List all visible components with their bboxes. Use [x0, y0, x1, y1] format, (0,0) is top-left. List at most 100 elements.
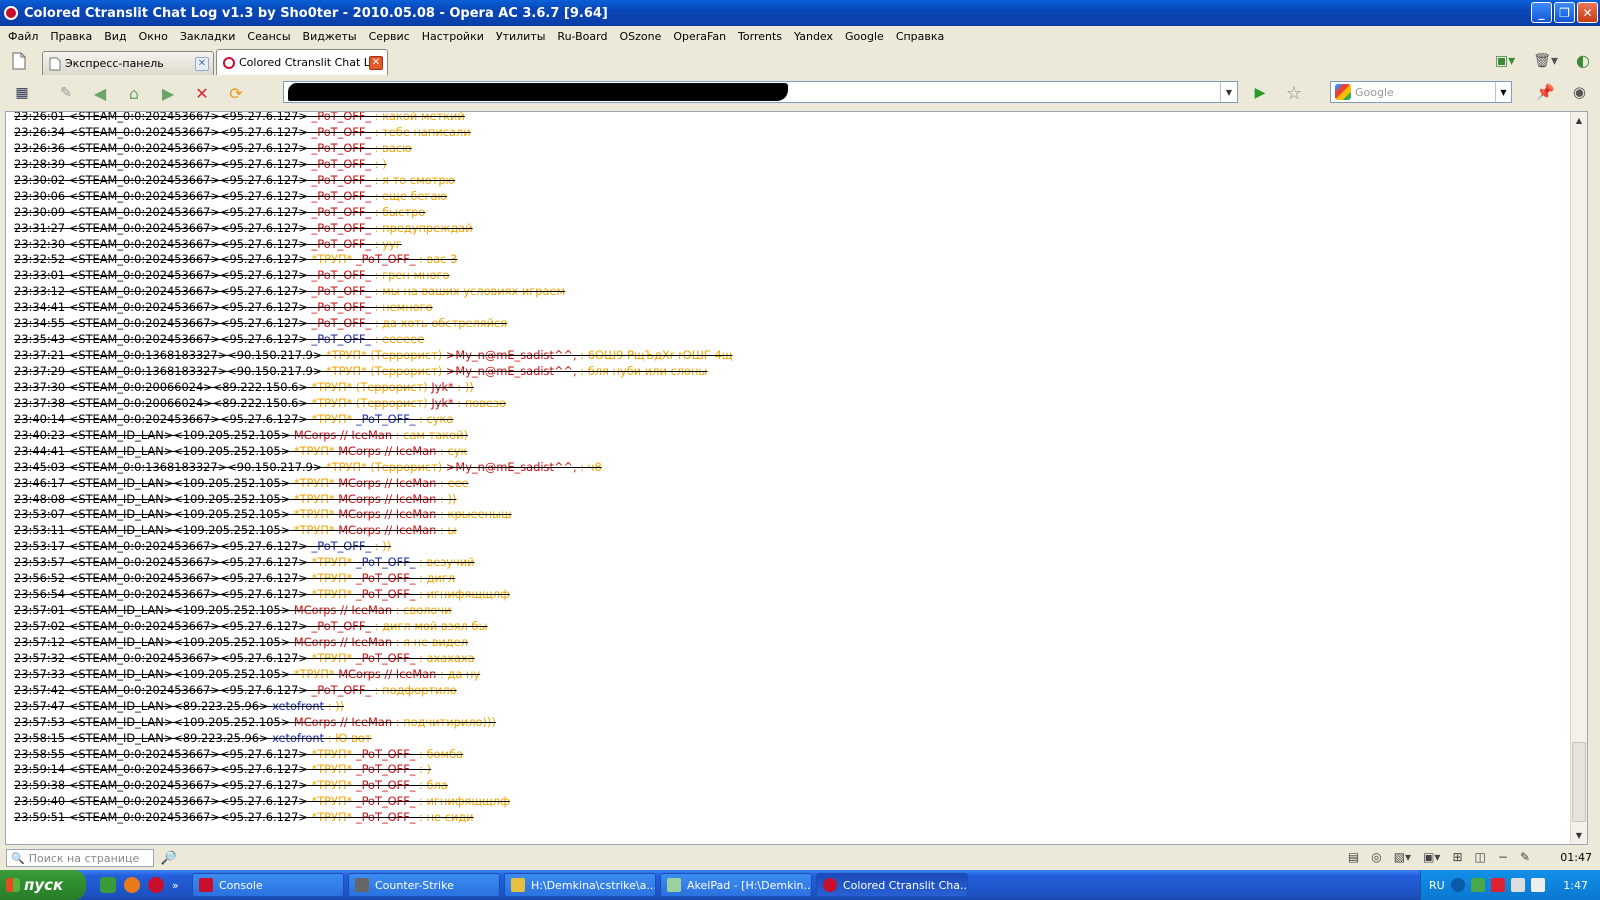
menu-settings[interactable]: Настройки — [416, 30, 490, 43]
images-icon[interactable]: ▧▾ — [1394, 850, 1411, 864]
start-button[interactable]: пуск — [0, 870, 86, 900]
log-team-tag: (Террорист) — [370, 459, 443, 474]
tab-bar: Экспресс-панель ✕ Colored Ctranslit Chat… — [0, 47, 1600, 75]
tab-chat-log[interactable]: Colored Ctranslit Chat Lo... ✕ — [216, 49, 388, 75]
edit-icon[interactable]: ✎ — [54, 81, 78, 105]
home-icon[interactable]: ⌂ — [122, 81, 146, 105]
volume-icon[interactable] — [1530, 878, 1545, 892]
close-tab-icon[interactable]: ✕ — [195, 56, 209, 71]
network-icon[interactable] — [1510, 878, 1525, 892]
more-icon[interactable]: » — [172, 879, 179, 892]
reload-icon[interactable]: ⟳ — [224, 81, 248, 105]
menu-window[interactable]: Окно — [133, 30, 174, 43]
zoom-icon[interactable]: − — [1498, 850, 1508, 864]
go-icon[interactable]: ▶ — [1250, 83, 1270, 103]
task-console[interactable]: Console — [192, 873, 344, 897]
view-icon[interactable]: ⊞ — [1452, 850, 1462, 864]
menu-utilities[interactable]: Утилиты — [490, 30, 552, 43]
menu-operafan[interactable]: OperaFan — [667, 30, 732, 43]
arrow-icon[interactable] — [1450, 878, 1465, 892]
search-field[interactable]: Google ▼ — [1330, 81, 1512, 103]
log-line: 23:57:02 <STEAM_0:0:202453667><95.27.6.1… — [14, 618, 1574, 634]
log-nickname: MCorps // IceMan — [293, 603, 393, 618]
task-counter-strike[interactable]: Counter-Strike — [348, 873, 500, 897]
opera-icon[interactable] — [148, 877, 164, 893]
vertical-scrollbar[interactable]: ▲ ▼ — [1570, 112, 1587, 844]
language-indicator[interactable]: RU — [1429, 879, 1445, 892]
menu-yandex[interactable]: Yandex — [788, 30, 839, 43]
menu-service[interactable]: Сервис — [363, 30, 416, 43]
log-line: 23:58:15 <STEAM_ID_LAN><89.223.25.96> xe… — [14, 730, 1574, 746]
log-team-tag: (Террорист) — [370, 348, 443, 363]
signal-icon[interactable] — [1470, 878, 1485, 892]
log-message: : еее — [440, 475, 469, 490]
address-field[interactable]: ▼ — [283, 81, 1238, 103]
log-line: 23:53:11 <STEAM_ID_LAN><109.205.252.105>… — [14, 522, 1574, 538]
new-tab-button[interactable] — [8, 50, 30, 72]
menu-google[interactable]: Google — [839, 30, 890, 43]
log-nickname: _PoT_OFF_ — [311, 619, 372, 633]
opera-icon — [4, 6, 18, 20]
trash-icon[interactable]: 🗑▾ — [1533, 53, 1558, 69]
panels-icon[interactable]: ▦ — [10, 81, 34, 105]
task-opera[interactable]: Colored Ctranslit Cha... — [816, 873, 968, 897]
log-player-id: <STEAM_ID_LAN><109.205.252.105> — [68, 475, 291, 490]
menu-file[interactable]: Файл — [2, 30, 44, 43]
firefox-icon[interactable] — [124, 877, 140, 893]
log-team-tag: (Террорист) — [355, 379, 428, 394]
log-message: : да ну — [440, 666, 481, 681]
page-icon[interactable]: ▤ — [1348, 850, 1359, 864]
menu-help[interactable]: Справка — [890, 30, 950, 43]
log-message: : ) — [374, 156, 387, 171]
find-in-page-input[interactable]: 🔍 Поиск на странице — [6, 849, 154, 867]
menu-edit[interactable]: Правка — [44, 30, 98, 43]
stop-icon[interactable]: ✕ — [190, 81, 214, 105]
find-button[interactable]: 🔎 — [160, 849, 178, 867]
menu-ruboard[interactable]: Ru-Board — [551, 30, 613, 43]
minimize-button[interactable]: _ — [1531, 2, 1552, 23]
scroll-thumb[interactable] — [1572, 742, 1586, 822]
menu-oszone[interactable]: OSzone — [613, 30, 667, 43]
log-line: 23:57:47 <STEAM_ID_LAN><89.223.25.96> xe… — [14, 698, 1574, 714]
chevron-down-icon[interactable]: ▼ — [1495, 82, 1511, 102]
menu-widgets[interactable]: Виджеты — [297, 30, 363, 43]
search-icon: 🔍 — [11, 851, 25, 865]
menu-view[interactable]: Вид — [98, 30, 132, 43]
log-line: 23:37:38 <STEAM_0:0:20066024><89.222.150… — [14, 395, 1574, 411]
notes-icon[interactable]: ✎ — [1520, 850, 1530, 864]
star-icon[interactable]: ☆ — [1282, 81, 1306, 105]
forward-icon[interactable]: ▶ — [156, 81, 180, 105]
opera-menu-icon[interactable]: ◐ — [1576, 51, 1590, 70]
chevron-down-icon[interactable]: ▼ — [1220, 82, 1237, 102]
tab-speed-dial[interactable]: Экспресс-панель ✕ — [42, 51, 214, 75]
restore-button[interactable]: ❐ — [1554, 2, 1575, 23]
menu-torrents[interactable]: Torrents — [732, 30, 788, 43]
close-button[interactable]: ✕ — [1577, 2, 1598, 23]
log-message: : да хоть обстреляйся — [374, 316, 508, 331]
eye-icon[interactable]: ◉ — [1573, 83, 1586, 101]
menu-bookmarks[interactable]: Закладки — [174, 30, 242, 43]
log-nickname: _PoT_OFF_ — [311, 111, 372, 123]
scroll-down-icon[interactable]: ▼ — [1571, 827, 1587, 844]
taskbar-clock: 1:47 — [1563, 878, 1588, 892]
back-icon[interactable]: ◀ — [88, 81, 112, 105]
task-explorer[interactable]: H:\Demkina\cstrike\a... — [504, 873, 656, 897]
log-timestamp: 23:37:30 — [14, 379, 66, 394]
log-nickname: MCorps // IceMan — [338, 523, 437, 538]
close-tab-icon[interactable]: ✕ — [369, 55, 383, 70]
log-player-id: <STEAM_0:0:202453667><95.27.6.127> — [68, 778, 308, 793]
menu-sessions[interactable]: Сеансы — [241, 30, 296, 43]
save-icon[interactable]: ▣▾ — [1423, 850, 1440, 864]
task-akelpad[interactable]: AkelPad - [H:\Demkin... — [660, 873, 812, 897]
log-message: : игнифящщлф — [419, 794, 510, 809]
log-message: : сволочи — [395, 603, 452, 618]
log-message: : )) — [457, 379, 474, 394]
log-timestamp: 23:56:52 — [14, 571, 66, 586]
pin-icon[interactable]: 📌 — [1536, 83, 1555, 101]
antivirus-icon[interactable] — [1490, 878, 1505, 892]
turbo-icon[interactable]: ◎ — [1371, 850, 1381, 864]
unite-icon[interactable]: ◫ — [1475, 850, 1486, 864]
scroll-up-icon[interactable]: ▲ — [1571, 112, 1587, 129]
desktop-icon[interactable] — [100, 877, 116, 893]
bookmark-add-icon[interactable]: ▣▾ — [1495, 53, 1515, 69]
